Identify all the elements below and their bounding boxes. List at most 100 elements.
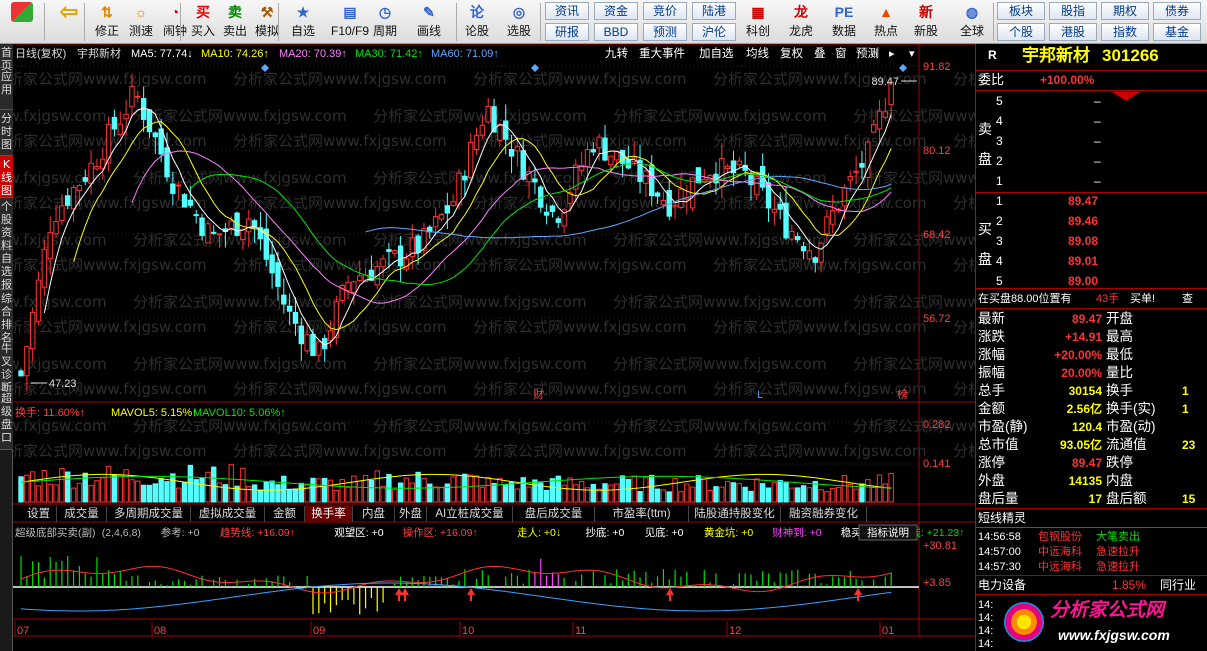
- toolbar-btn-0-bottom[interactable]: 研报: [545, 23, 589, 41]
- candle[interactable]: [263, 213, 269, 267]
- toolbar-btn-3-bottom[interactable]: 沪伦: [692, 23, 736, 41]
- toolbar-pe-button[interactable]: PE 数据: [826, 2, 862, 42]
- toolbar-dragon-button[interactable]: 龙龙虎: [783, 2, 819, 42]
- volume-bar[interactable]: [707, 489, 713, 503]
- leftnav-0[interactable]: 首页: [0, 44, 13, 72]
- volume-bar[interactable]: [94, 480, 100, 503]
- candle[interactable]: [181, 193, 188, 208]
- kline-tool-3[interactable]: 均线: [746, 46, 769, 60]
- toolbar-btn-1-top[interactable]: 资金: [594, 2, 638, 20]
- kline-tool-6[interactable]: 窗: [835, 46, 847, 60]
- volume-bar[interactable]: [467, 474, 474, 503]
- volume-bar[interactable]: [853, 488, 859, 503]
- toolbar-btn-b2-bottom[interactable]: 指数: [1101, 23, 1149, 41]
- candle[interactable]: [719, 143, 725, 199]
- volume-bar[interactable]: [257, 489, 264, 503]
- volume-bar[interactable]: [47, 483, 53, 503]
- kline-tool-4[interactable]: 复权: [780, 47, 803, 60]
- toolbar-back-arrow-button[interactable]: ⇦: [52, 1, 86, 42]
- volume-bar[interactable]: [432, 486, 439, 503]
- short-stock[interactable]: 包钢股份: [1038, 530, 1082, 544]
- volume-bar[interactable]: [444, 483, 451, 503]
- volume-bar[interactable]: [573, 484, 579, 503]
- volume-bar[interactable]: [205, 471, 211, 503]
- tab-1[interactable]: 成交量: [57, 506, 107, 522]
- kline-tool-0[interactable]: 九转: [605, 46, 628, 60]
- candle[interactable]: [736, 157, 743, 168]
- toolbar-btn-b3-top[interactable]: 债券: [1153, 2, 1201, 20]
- volume-bar[interactable]: [427, 483, 433, 503]
- volume-bar[interactable]: [870, 486, 877, 503]
- sector-name[interactable]: 电力设备: [978, 578, 1026, 592]
- kline-tool-2[interactable]: 加自选: [699, 47, 734, 60]
- volume-bar[interactable]: [421, 477, 427, 503]
- volume-bar[interactable]: [882, 483, 889, 503]
- volume-bar[interactable]: [724, 480, 731, 503]
- candle[interactable]: [70, 184, 77, 223]
- volume-bar[interactable]: [672, 477, 678, 503]
- toolbar-talk-button[interactable]: 论论股: [460, 2, 494, 42]
- volume-bar[interactable]: [666, 491, 672, 503]
- toolbar-btn-2-top[interactable]: 竞价: [643, 2, 687, 20]
- volume-bar[interactable]: [830, 487, 836, 503]
- volume-bar[interactable]: [111, 474, 118, 503]
- volume-bar[interactable]: [654, 488, 661, 503]
- volume-bar[interactable]: [748, 490, 754, 503]
- volume-bar[interactable]: [263, 481, 269, 503]
- volume-bar[interactable]: [380, 485, 386, 503]
- volume-bar[interactable]: [765, 487, 772, 503]
- volume-bar[interactable]: [590, 483, 597, 503]
- tab-4[interactable]: 金额: [265, 506, 305, 522]
- volume-bar[interactable]: [170, 473, 176, 503]
- toolbar-f10-button[interactable]: ▤ F10/F9: [328, 2, 372, 42]
- volume-bar[interactable]: [497, 477, 503, 503]
- volume-bar[interactable]: [818, 489, 824, 503]
- volume-bar[interactable]: [397, 482, 404, 503]
- tab-7[interactable]: 外盘: [395, 506, 427, 522]
- volume-bar[interactable]: [35, 485, 42, 503]
- volume-bar[interactable]: [678, 491, 684, 503]
- volume-bar[interactable]: [409, 482, 415, 503]
- candle[interactable]: [438, 213, 445, 222]
- volume-bar[interactable]: [549, 478, 556, 503]
- volume-bar[interactable]: [719, 486, 725, 503]
- volume-bar[interactable]: [730, 482, 737, 503]
- candle[interactable]: [339, 284, 345, 304]
- toolbar-btn-1-bottom[interactable]: BBD: [594, 23, 638, 41]
- volume-bar[interactable]: [503, 484, 509, 503]
- volume-bar[interactable]: [281, 475, 287, 503]
- volume-bar[interactable]: [479, 486, 486, 503]
- volume-bar[interactable]: [473, 475, 480, 503]
- kline-tool-1[interactable]: 重大事件: [639, 46, 685, 60]
- tab-8[interactable]: AI立桩成交量: [427, 506, 513, 522]
- volume-bar[interactable]: [240, 467, 246, 503]
- volume-bar[interactable]: [532, 479, 538, 503]
- volume-bar[interactable]: [403, 477, 410, 503]
- volume-bar[interactable]: [146, 484, 153, 503]
- short-stock[interactable]: 中远海科: [1038, 545, 1082, 559]
- volume-bar[interactable]: [345, 486, 351, 503]
- volume-bar[interactable]: [29, 471, 36, 503]
- volume-bar[interactable]: [806, 487, 813, 503]
- volume-bar[interactable]: [689, 486, 696, 503]
- tab-3[interactable]: 虚拟成交量: [191, 506, 265, 522]
- volume-bar[interactable]: [800, 485, 807, 503]
- toolbar-globe-button[interactable]: ◍ 全球: [953, 2, 991, 42]
- volume-bar[interactable]: [333, 489, 340, 503]
- volume-bar[interactable]: [415, 471, 421, 503]
- candle[interactable]: [689, 177, 696, 212]
- toolbar-btn-b3-bottom[interactable]: 基金: [1153, 23, 1201, 41]
- toolbar-btn-b2-top[interactable]: 期权: [1101, 2, 1149, 20]
- toolbar-buy-button[interactable]: 买买入: [186, 2, 220, 42]
- volume-bar[interactable]: [514, 488, 521, 503]
- volume-bar[interactable]: [152, 483, 159, 503]
- volume-bar[interactable]: [135, 480, 141, 503]
- volume-bar[interactable]: [824, 491, 830, 503]
- volume-bar[interactable]: [53, 484, 59, 503]
- toolbar-sell-button[interactable]: 卖卖出: [218, 2, 252, 42]
- volume-bar[interactable]: [298, 482, 305, 503]
- volume-bar[interactable]: [216, 482, 223, 503]
- volume-bar[interactable]: [567, 477, 573, 503]
- volume-bar[interactable]: [835, 486, 842, 503]
- tab-10[interactable]: 市盈率(ttm): [595, 506, 689, 522]
